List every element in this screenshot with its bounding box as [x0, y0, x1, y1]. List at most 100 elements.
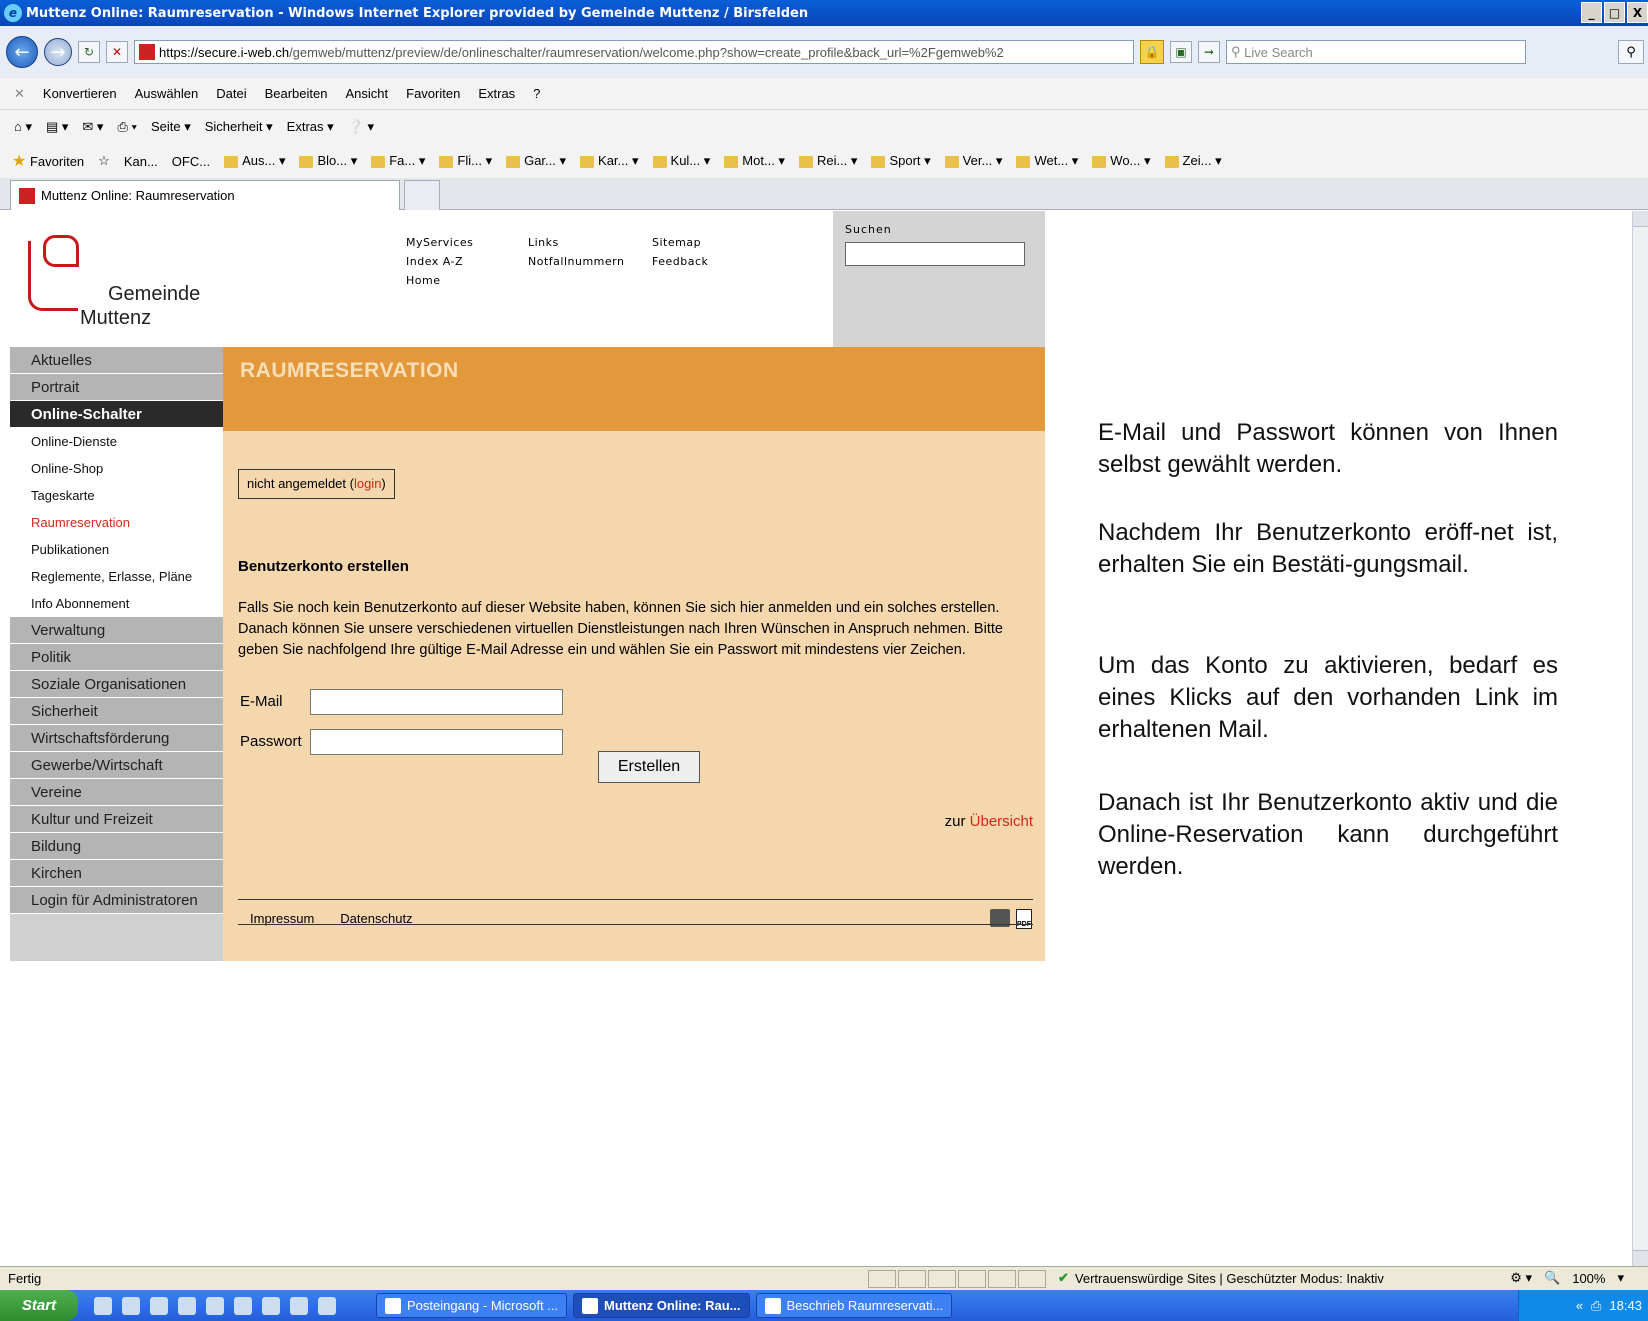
sidebar-item-verwaltung[interactable]: Verwaltung [10, 617, 223, 644]
network-icon[interactable] [178, 1296, 196, 1315]
sidebar-item-bildung[interactable]: Bildung [10, 833, 223, 860]
folder-icon[interactable] [150, 1296, 168, 1315]
zoom-control[interactable]: ⚙ ▾ 🔍 100% ▾ [1510, 1270, 1624, 1286]
fav-folder[interactable]: Sport ▾ [871, 153, 931, 169]
fav-folder[interactable]: Rei... ▾ [798, 153, 857, 169]
fav-folder[interactable]: Kar... ▾ [580, 153, 639, 169]
compatibility-icon[interactable]: ▣ [1170, 41, 1192, 63]
tab-raumreservation[interactable]: Muttenz Online: Raumreservation [10, 180, 400, 210]
add-favorite-icon[interactable]: ☆ [98, 153, 110, 169]
fav-folder[interactable]: Fli... ▾ [439, 153, 492, 169]
fav-folder[interactable]: Mot... ▾ [724, 153, 785, 169]
fav-folder[interactable]: Gar... ▾ [506, 153, 566, 169]
menu-ansicht[interactable]: Ansicht [345, 86, 388, 101]
fav-folder[interactable]: Blo... ▾ [299, 153, 357, 169]
sidebar-sub-raumreservation[interactable]: Raumreservation [10, 509, 223, 536]
stop-icon[interactable]: ✕ [106, 41, 128, 63]
topnav-links[interactable]: Links [528, 233, 624, 252]
cmd-seite[interactable]: Seite ▾ [151, 119, 191, 135]
maximize-button[interactable]: □ [1604, 2, 1625, 23]
cmd-sicherheit[interactable]: Sicherheit ▾ [205, 119, 273, 135]
topnav-home[interactable]: Home [406, 271, 473, 290]
minimize-button[interactable]: _ [1581, 2, 1602, 23]
sidebar-item-kirchen[interactable]: Kirchen [10, 860, 223, 887]
fav-folder[interactable]: Wet... ▾ [1016, 153, 1078, 169]
topnav-index[interactable]: Index A-Z [406, 252, 473, 271]
fav-folder[interactable]: Fa... ▾ [371, 153, 425, 169]
printer-tray-icon[interactable]: ⎙ [1591, 1298, 1601, 1314]
sidebar-sub-publikationen[interactable]: Publikationen [10, 536, 223, 563]
sidebar-item-admin-login[interactable]: Login für Administratoren [10, 887, 223, 914]
sidebar-item-soziale-organisationen[interactable]: Soziale Organisationen [10, 671, 223, 698]
zoom-options-icon[interactable]: ⚙ ▾ [1510, 1270, 1532, 1286]
fav-folder[interactable]: Aus... ▾ [224, 153, 285, 169]
app-icon[interactable] [290, 1296, 308, 1315]
taskbar-item-outlook[interactable]: Posteingang - Microsoft ... [376, 1293, 568, 1318]
network-icon[interactable] [206, 1296, 224, 1315]
sidebar-item-aktuelles[interactable]: Aktuelles [10, 347, 223, 374]
fav-folder[interactable]: Ver... ▾ [944, 153, 1002, 169]
live-search-input[interactable]: ⚲ Live Search [1226, 40, 1526, 64]
go-icon[interactable]: ➞ [1198, 41, 1220, 63]
fav-item[interactable]: OFC... [172, 154, 210, 169]
home-icon[interactable]: ⌂ ▾ [14, 119, 32, 135]
feeds-icon[interactable]: ▤ ▾ [46, 119, 68, 135]
topnav-sitemap[interactable]: Sitemap [652, 233, 708, 252]
email-field[interactable] [310, 689, 563, 715]
favorites-button[interactable]: ★ Favoriten [12, 151, 84, 171]
sidebar-item-kultur[interactable]: Kultur und Freizeit [10, 806, 223, 833]
close-toolbar-icon[interactable]: ✕ [14, 86, 25, 102]
sidebar-item-politik[interactable]: Politik [10, 644, 223, 671]
cmd-extras[interactable]: Extras ▾ [287, 119, 334, 135]
sidebar-sub-reglemente[interactable]: Reglemente, Erlasse, Pläne [10, 563, 223, 590]
address-input[interactable]: https://secure.i-web.ch/gemweb/muttenz/p… [134, 40, 1134, 64]
menu-konvertieren[interactable]: Konvertieren [43, 86, 117, 101]
network-icon[interactable] [234, 1296, 252, 1315]
menu-extras[interactable]: Extras [478, 86, 515, 101]
sidebar-sub-online-dienste[interactable]: Online-Dienste [10, 428, 223, 455]
mail-icon[interactable]: ✉ ▾ [82, 119, 103, 135]
page-scrollbar[interactable] [1632, 211, 1648, 1266]
fav-folder[interactable]: Kul... ▾ [652, 153, 710, 169]
tray-expand-icon[interactable]: « [1576, 1298, 1583, 1313]
security-zone[interactable]: ✔ Vertrauenswürdige Sites | Geschützter … [1058, 1270, 1384, 1286]
lock-icon[interactable]: 🔒 [1140, 40, 1164, 64]
muttenz-logo[interactable]: Gemeinde Muttenz [28, 235, 228, 341]
overview-link[interactable]: Übersicht [970, 813, 1033, 830]
create-account-button[interactable]: Erstellen [598, 751, 700, 783]
clock[interactable]: 18:43 [1609, 1298, 1642, 1313]
help-icon[interactable]: ❔ ▾ [348, 119, 374, 135]
login-link[interactable]: login [354, 476, 381, 491]
scroll-down-arrow[interactable] [1633, 1250, 1648, 1266]
back-button[interactable]: ← [6, 36, 38, 68]
sidebar-item-sicherheit[interactable]: Sicherheit [10, 698, 223, 725]
pdf-icon[interactable]: PDF [1016, 909, 1032, 929]
fav-item[interactable]: Kan... [124, 154, 158, 169]
sidebar-item-vereine[interactable]: Vereine [10, 779, 223, 806]
ie-icon[interactable] [262, 1296, 280, 1315]
zoom-level[interactable]: 100% [1572, 1271, 1605, 1286]
search-go-button[interactable]: ⚲ [1618, 40, 1644, 64]
print-icon[interactable]: ⎙ ▾ [117, 119, 136, 135]
password-field[interactable] [310, 729, 563, 755]
close-button[interactable]: X [1627, 2, 1648, 23]
sidebar-item-gewerbe[interactable]: Gewerbe/Wirtschaft [10, 752, 223, 779]
site-search-input[interactable] [845, 242, 1025, 266]
topnav-feedback[interactable]: Feedback [652, 252, 708, 271]
sidebar-sub-online-shop[interactable]: Online-Shop [10, 455, 223, 482]
menu-help[interactable]: ? [533, 86, 540, 101]
sidebar-item-wirtschaftsfoerderung[interactable]: Wirtschaftsförderung [10, 725, 223, 752]
outlook-icon[interactable] [318, 1296, 336, 1315]
sidebar-sub-info-abonnement[interactable]: Info Abonnement [10, 590, 223, 617]
new-tab-button[interactable] [404, 180, 440, 210]
fav-folder[interactable]: Wo... ▾ [1092, 153, 1151, 169]
menu-bearbeiten[interactable]: Bearbeiten [265, 86, 328, 101]
forward-button[interactable]: → [44, 38, 72, 66]
taskbar-item-word[interactable]: Beschrieb Raumreservati... [755, 1293, 953, 1318]
taskbar-item-ie[interactable]: Muttenz Online: Rau... [573, 1293, 750, 1318]
menu-datei[interactable]: Datei [216, 86, 246, 101]
menu-favoriten[interactable]: Favoriten [406, 86, 460, 101]
sidebar-item-portrait[interactable]: Portrait [10, 374, 223, 401]
sidebar-sub-tageskarte[interactable]: Tageskarte [10, 482, 223, 509]
zoom-dropdown-icon[interactable]: ▾ [1617, 1270, 1624, 1286]
